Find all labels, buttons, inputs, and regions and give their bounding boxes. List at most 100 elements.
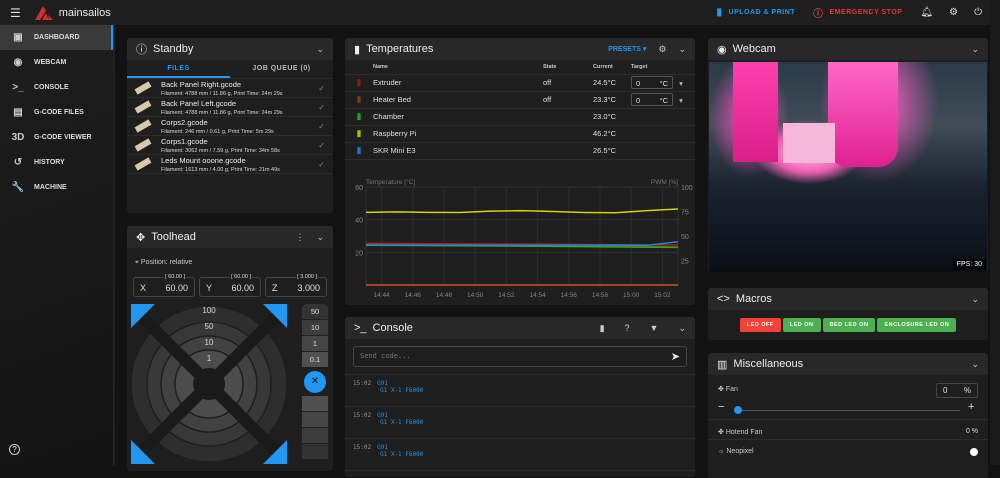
decrease-icon[interactable]: − [718, 401, 724, 413]
tab-job-queue[interactable]: JOB QUEUE (0) [230, 60, 333, 78]
file-thumbnail [134, 81, 152, 95]
x-tick-label: 15:00 [623, 292, 640, 299]
file-list-item[interactable]: Corps2.gcode Filament: 246 mm / 0.61 g, P… [127, 117, 333, 136]
sidebar-item-label: DASHBOARD [34, 34, 80, 41]
webcam-icon: ◉ [717, 43, 727, 56]
z-down-button[interactable] [302, 428, 328, 444]
help-icon[interactable]: ? [625, 323, 630, 333]
file-list-item[interactable]: Corps1.gcode Filament: 3062 mm / 7.59 g, … [127, 136, 333, 155]
sidebar-item-dashboard[interactable]: ▣ DASHBOARD [0, 25, 113, 50]
macro-button[interactable]: LED ON [782, 318, 821, 332]
sidebar-icon: >_ [12, 82, 24, 93]
neopixel-color-swatch[interactable] [970, 448, 978, 456]
tab-files[interactable]: FILES [127, 60, 230, 78]
target-temp-input[interactable]: 0 °C [631, 93, 673, 106]
file-thumbnail [134, 138, 152, 152]
axis-z-input[interactable]: Z 3.000[ 3.000 ] [265, 274, 327, 297]
file-meta: Filament: 246 mm / 0.61 g, Print Time: 5… [161, 128, 274, 135]
more-menu-icon[interactable]: ⋮ [295, 232, 304, 243]
xy-step-label[interactable]: 10 [205, 338, 214, 347]
xy-step-label[interactable]: 50 [205, 322, 214, 331]
menu-icon[interactable]: ☰ [10, 6, 21, 20]
top-bar: ☰ mainsailos ▮ UPLOAD & PRINT ⓘ EMERGENCY … [0, 0, 990, 25]
axis-y-input[interactable]: Y 60.00[ 60.00 ] [199, 274, 261, 297]
sidebar-item-g-code-files[interactable]: ▤ G-CODE FILES [0, 100, 113, 125]
send-icon[interactable]: ➤ [671, 350, 680, 363]
sidebar-icon: 🔧 [11, 182, 25, 193]
sidebar-item-g-code-viewer[interactable]: 3D G-CODE VIEWER [0, 125, 113, 150]
file-list-item[interactable]: Leds Mount ooone.gcode Filament: 1613 mm … [127, 155, 333, 174]
help-icon[interactable]: ? [9, 444, 20, 455]
file-list-item[interactable]: Back Panel Right.gcode Filament: 4788 mm … [127, 79, 333, 98]
z-down-button[interactable] [302, 444, 328, 460]
mainsail-logo-icon [34, 5, 53, 20]
target-temp-input[interactable]: 0 °C [631, 76, 673, 89]
chevron-down-icon[interactable]: ⌄ [971, 44, 979, 55]
z-step-button[interactable]: 0.1 [302, 352, 328, 368]
z-step-button[interactable]: 10 [302, 320, 328, 336]
settings-icon[interactable]: ⚙ [658, 44, 666, 55]
y-axis-label: Temperature [°C] [366, 178, 415, 186]
macro-button[interactable]: LED OFF [739, 318, 781, 332]
temperature-row: ▮ Heater Bed off 23.3°C 0 °C ▾ [345, 91, 695, 109]
console-input[interactable] [354, 347, 654, 365]
temperature-row: ▮ Raspberry Pi 46.2°C [345, 125, 695, 143]
file-list-item[interactable]: Back Panel Left.gcode Filament: 4788 mm /… [127, 98, 333, 117]
file-upload-icon: ▮ [716, 7, 723, 18]
toolhead-panel: ✥ Toolhead ⋮ ⌄ ⌖ Position: relative X 60.00[… [127, 226, 333, 471]
z-step-button[interactable]: 1 [302, 336, 328, 352]
code-icon: <> [717, 293, 730, 305]
temperature-row: ▮ Chamber 23.0°C [345, 108, 695, 126]
sidebar-icon: 3D [11, 132, 25, 143]
y-tick-label: 40 [355, 218, 363, 225]
sidebar: ▣ DASHBOARD ◉ WEBCAM >_ CONSOLE ▤ G-CODE FILES 3… [0, 25, 115, 465]
macro-button[interactable]: BED LED ON [822, 318, 876, 332]
power-icon[interactable]: ⏻ [974, 7, 982, 18]
emergency-stop-button[interactable]: ⓘ EMERGENCY STOP [813, 5, 902, 20]
chevron-down-icon[interactable]: ⌄ [316, 44, 324, 55]
sidebar-item-history[interactable]: ↺ HISTORY [0, 150, 113, 175]
file-meta: Filament: 4788 mm / 11.86 g, Print Time:… [161, 90, 283, 97]
sidebar-item-machine[interactable]: 🔧 MACHINE [0, 175, 113, 200]
increase-icon[interactable]: + [968, 401, 974, 413]
fan-slider[interactable] [738, 410, 960, 411]
chevron-down-icon[interactable]: ⌄ [316, 232, 324, 243]
settings-icon[interactable]: ⚙ [949, 7, 958, 18]
filter-icon[interactable]: ▼ [650, 323, 659, 333]
macro-button[interactable]: ENCLOSURE LED ON [877, 318, 957, 332]
neopixel-label: Neopixel [726, 448, 754, 455]
chevron-down-icon[interactable]: ⌄ [678, 44, 686, 55]
chevron-down-icon[interactable]: ⌄ [971, 359, 979, 370]
sidebar-item-webcam[interactable]: ◉ WEBCAM [0, 50, 113, 75]
presets-button[interactable]: PRESETS ▾ [608, 45, 646, 53]
chevron-down-icon[interactable]: ▾ [679, 96, 683, 105]
chevron-down-icon[interactable]: ⌄ [678, 323, 686, 334]
chevron-down-icon[interactable]: ▾ [679, 79, 683, 88]
y-tick-label: 20 [355, 250, 363, 257]
axis-x-input[interactable]: X 60.00[ 60.00 ] [133, 274, 195, 297]
z-down-button[interactable] [302, 412, 328, 428]
position-mode: Position: relative [140, 259, 193, 266]
xy-step-label[interactable]: 1 [207, 354, 212, 363]
y-tick-label: 60 [355, 185, 363, 192]
sidebar-item-console[interactable]: >_ CONSOLE [0, 75, 113, 100]
file-meta: Filament: 1613 mm / 4.00 g, Print Time: … [161, 166, 280, 173]
fps-badge: FPS: 30 [952, 259, 986, 270]
console-entry: 15:02 G91 G1 X-1 F6000 [345, 407, 695, 439]
z-down-button[interactable] [302, 396, 328, 412]
xy-jog-control[interactable]: 100 50 10 1 [131, 304, 291, 464]
heater-icon: ▮ [356, 111, 362, 121]
x-tick-label: 14:52 [498, 292, 515, 299]
xy-step-label[interactable]: 100 [202, 306, 216, 315]
fan-slider-thumb[interactable] [734, 406, 742, 414]
macros-panel: <> Macros ⌄ LED OFF LED ON BED LED ON ENCLOSU… [708, 288, 988, 340]
bell-icon[interactable]: 🔔︎ [920, 7, 933, 18]
fan-value-input[interactable]: 0% [936, 383, 978, 398]
z-step-button[interactable]: 50 [302, 304, 328, 320]
upload-print-button[interactable]: ▮ UPLOAD & PRINT [717, 7, 796, 18]
scrollbar[interactable] [990, 0, 1000, 465]
home-z-button[interactable]: ✕ [304, 371, 326, 393]
trash-icon[interactable]: ▮ [600, 323, 605, 334]
sidebar-item-label: WEBCAM [34, 59, 67, 66]
chevron-down-icon[interactable]: ⌄ [971, 294, 979, 305]
